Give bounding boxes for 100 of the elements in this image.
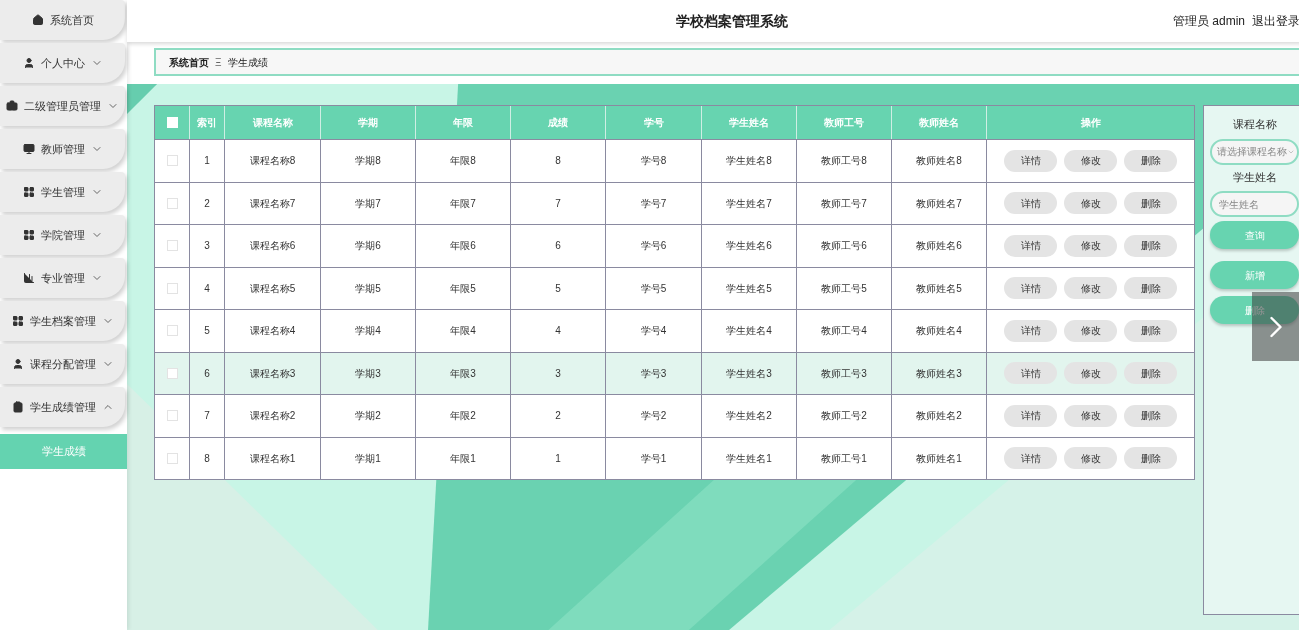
row-action-button[interactable]: 详情 [1004,277,1057,300]
row-action-button[interactable]: 删除 [1124,277,1177,300]
row-action-button[interactable]: 详情 [1004,319,1057,342]
row-action-button[interactable]: 详情 [1004,362,1057,385]
row-action-button[interactable]: 详情 [1004,149,1057,172]
checkbox[interactable] [166,325,178,337]
table-cell-text: 学号5 [640,281,667,296]
row-action-button[interactable]: 删除 [1124,404,1177,427]
menu-item[interactable]: 学生管理 [0,172,125,212]
checkbox[interactable] [166,282,178,294]
table-cell-text: 学生姓名4 [726,324,772,339]
table-cell-text: 教师工号2 [821,409,867,424]
table-cell-text: 学生姓名8 [726,154,772,169]
table-cell-text: 3 [204,239,210,254]
menu-label: 学院管理 [40,227,85,243]
bar-chart-icon [22,272,35,284]
menu-label: 学生成绩管理 [29,399,96,415]
row-action-button[interactable]: 修改 [1064,319,1117,342]
checkbox[interactable] [166,367,178,379]
chevron-right-icon [1269,314,1282,339]
menu-label: 教师管理 [40,141,85,157]
clipboard-icon [11,401,24,413]
table-cell-text: 学号8 [640,154,667,169]
row-action-button[interactable]: 修改 [1064,234,1117,257]
menu-item[interactable]: 学生成绩管理 [0,387,125,427]
monitor-icon [22,143,35,155]
table-cell-text: 教师工号8 [821,154,867,169]
menu-item[interactable]: 二级管理员管理 [0,86,125,126]
menu-label: 学生档案管理 [29,313,96,329]
row-action-button[interactable]: 详情 [1004,234,1057,257]
checkbox[interactable] [166,240,178,252]
user-icon [22,57,35,69]
menu-label: 学生管理 [40,184,85,200]
table-cell-text: 年限4 [450,324,476,339]
table-cell-text: 教师工号5 [821,281,867,296]
text-field[interactable]: 学生姓名 [1210,191,1299,217]
breadcrumb-link[interactable]: 系统首页 [169,54,209,70]
table-cell-text: 学号4 [640,324,667,339]
app-title: 学校档案管理系统 [676,11,788,31]
table-cell-text: 教师姓名8 [916,154,962,169]
table-row[interactable]: 5 课程名称4 学期4 年限4 4 学号4 学生姓名4 教师工号4 教师姓名4 详情 修改 删除 [155,309,1194,352]
checkbox[interactable] [166,410,178,422]
menu-item[interactable]: 教师管理 [0,129,125,169]
table-row[interactable]: 1 课程名称8 学期8 年限8 8 学号8 学生姓名8 教师工号8 教师姓名8 详情 修改 删除 [155,139,1194,182]
menu-label: 专业管理 [40,270,85,286]
table-row[interactable]: 6 课程名称3 学期3 年限3 3 学号3 学生姓名3 教师工号3 教师姓名3 详情 修改 删除 [155,351,1194,394]
table-cell-text: 教师姓名7 [916,196,962,211]
row-action-button[interactable]: 删除 [1124,447,1177,470]
row-action-button[interactable]: 修改 [1064,277,1117,300]
row-action-button[interactable]: 修改 [1064,447,1117,470]
row-action-button[interactable]: 修改 [1064,362,1117,385]
menu-item[interactable]: 学生档案管理 [0,301,125,341]
table-cell-text: 课程名称8 [249,154,296,169]
column-header: 学期 [358,116,378,130]
menu-item[interactable]: 系统首页 [0,0,125,40]
table-cell-text: 课程名称7 [249,196,296,211]
table-cell-text: 年限2 [450,409,476,424]
row-action-button[interactable]: 详情 [1004,404,1057,427]
select-field[interactable]: 请选择课程名称 [1210,138,1299,165]
menu-item[interactable]: 学院管理 [0,215,125,255]
column-header: 索引 [197,116,217,130]
logout-link[interactable]: 退出登录 [1252,12,1299,30]
checkbox[interactable] [166,197,178,209]
row-action-button[interactable]: 修改 [1064,149,1117,172]
table-cell-text: 学期4 [355,324,381,339]
table-cell-text: 学期6 [355,239,381,254]
table-cell-text: 5 [204,324,210,339]
checkbox[interactable] [166,452,178,464]
row-action-button[interactable]: 修改 [1064,404,1117,427]
row-action-button[interactable]: 详情 [1004,192,1057,215]
menu-item[interactable]: 专业管理 [0,258,125,298]
row-action-button[interactable]: 详情 [1004,447,1057,470]
table-cell-text: 8 [204,451,210,466]
table-row[interactable]: 3 课程名称6 学期6 年限6 6 学号6 学生姓名6 教师工号6 教师姓名6 详情 修改 删除 [155,224,1194,267]
row-action-button[interactable]: 删除 [1124,319,1177,342]
table-cell-text: 学期3 [355,366,381,381]
table-cell-text: 学期1 [355,451,381,466]
table-row[interactable]: 2 课程名称7 学期7 年限7 7 学号7 学生姓名7 教师工号7 教师姓名7 详情 修改 删除 [155,181,1194,224]
table-row[interactable]: 7 课程名称2 学期2 年限2 2 学号2 学生姓名2 教师工号2 教师姓名2 详情 修改 删除 [155,394,1194,437]
table-cell-text: 8 [555,154,561,169]
table-cell-text: 1 [555,451,561,466]
row-action-button[interactable]: 删除 [1124,149,1177,172]
table-row[interactable]: 8 课程名称1 学期1 年限1 1 学号1 学生姓名1 教师工号1 教师姓名1 详情 修改 删除 [155,436,1194,479]
table-cell-text: 课程名称6 [249,239,296,254]
table-cell-text: 年限5 [450,281,476,296]
menu-item[interactable]: 个人中心 [0,43,125,83]
grid-icon [22,186,35,198]
menu-item[interactable]: 课程分配管理 [0,344,125,384]
checkbox[interactable] [166,155,178,167]
table-cell-text: 教师工号6 [821,239,867,254]
table-cell-text: 7 [204,409,210,424]
table-cell-text: 学号2 [640,409,667,424]
table-cell-text: 学期2 [355,409,381,424]
row-action-button[interactable]: 删除 [1124,234,1177,257]
grid-icon [22,229,35,241]
table-row[interactable]: 4 课程名称5 学期5 年限5 5 学号5 学生姓名5 教师工号5 教师姓名5 详情 修改 删除 [155,266,1194,309]
table-cell-text: 年限1 [450,451,476,466]
row-action-button[interactable]: 删除 [1124,362,1177,385]
row-action-button[interactable]: 删除 [1124,192,1177,215]
row-action-button[interactable]: 修改 [1064,192,1117,215]
